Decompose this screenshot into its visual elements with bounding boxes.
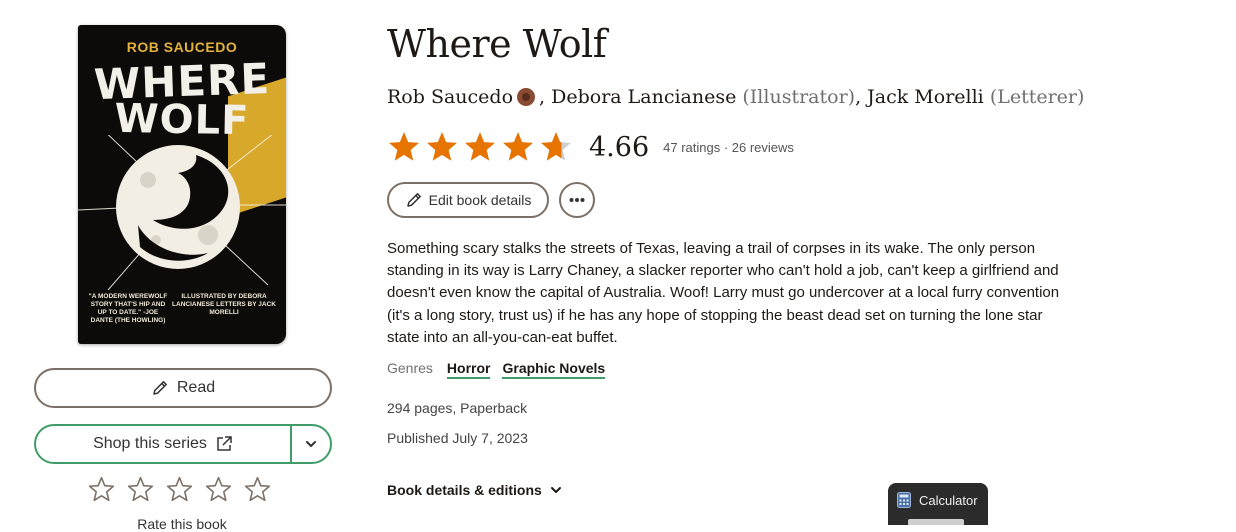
cover-credit: ILLUSTRATED BY DEBORA LANCIANESE LETTERS…: [172, 293, 276, 316]
contributor-role: (Illustrator): [742, 86, 856, 108]
ratings-reviews-count[interactable]: 47 ratings · 26 reviews: [663, 140, 794, 155]
rating-star-icon: [465, 132, 495, 161]
average-rating-stars: [387, 130, 573, 164]
shop-series-label: Shop this series: [93, 435, 207, 452]
left-column: ROB SAUCEDO WHERE WOLF "A MODERN WEREWOL…: [0, 0, 370, 532]
rate-stars: [88, 476, 271, 503]
contributor-role: (Letterer): [989, 86, 1085, 108]
calculator-window-thumbnail: [908, 519, 964, 525]
publication-date: Published July 7, 2023: [387, 430, 528, 446]
pencil-icon: [406, 193, 421, 207]
calculator-icon: [897, 492, 911, 508]
rate-star-icon[interactable]: [166, 476, 193, 503]
contrib-separator: ,: [855, 86, 868, 108]
chevron-down-icon: [306, 441, 316, 447]
book-cover[interactable]: ROB SAUCEDO WHERE WOLF "A MODERN WEREWOL…: [78, 25, 286, 344]
rating-star-icon: [541, 132, 571, 161]
book-description: Something scary stalks the streets of Te…: [387, 240, 1060, 346]
rating-star-icon: [427, 132, 457, 161]
goodreads-author-badge-icon: [517, 88, 536, 106]
edit-book-details-label: Edit book details: [428, 192, 532, 208]
book-details-label: Book details & editions: [387, 482, 542, 498]
pencil-icon: [153, 381, 167, 395]
shop-series-control: Shop this series: [34, 424, 332, 464]
contributors: Rob Saucedo , Debora Lancianese (Illustr…: [387, 86, 1084, 108]
contributor-link[interactable]: Debora Lancianese: [551, 86, 736, 108]
book-details-toggle[interactable]: Book details & editions: [387, 482, 562, 498]
more-options-button[interactable]: [559, 182, 595, 218]
average-rating: 4.66: [589, 131, 650, 163]
cover-moon-illustration: [78, 135, 286, 291]
rate-star-icon[interactable]: [244, 476, 271, 503]
genre-link[interactable]: Graphic Novels: [502, 360, 606, 379]
edit-book-details-button[interactable]: Edit book details: [387, 182, 549, 218]
calculator-label: Calculator: [919, 492, 978, 508]
rate-star-icon[interactable]: [205, 476, 232, 503]
cover-quote: "A MODERN WEREWOLF STORY THAT'S HIP AND …: [88, 293, 168, 324]
contributor-link[interactable]: Jack Morelli: [867, 86, 984, 108]
rating-star-icon: [389, 132, 419, 161]
genres-label: Genres: [387, 360, 433, 376]
read-button[interactable]: Read: [34, 368, 332, 408]
rating-star-icon: [503, 132, 533, 161]
genre-link[interactable]: Horror: [446, 360, 491, 379]
author-link[interactable]: Rob Saucedo: [387, 86, 513, 108]
cover-author: ROB SAUCEDO: [126, 39, 238, 55]
more-dots-icon: [569, 198, 585, 202]
read-button-label: Read: [176, 379, 216, 396]
rate-star-icon[interactable]: [127, 476, 154, 503]
rating-row: 4.66 47 ratings · 26 reviews: [387, 130, 794, 164]
shop-series-button[interactable]: Shop this series: [36, 426, 292, 462]
calculator-taskbar-preview[interactable]: Calculator: [888, 483, 988, 525]
chevron-down-icon: [550, 487, 561, 493]
rate-this-book-label: Rate this book: [137, 516, 227, 532]
book-title: Where Wolf: [387, 22, 607, 66]
contrib-separator: ,: [539, 86, 552, 108]
shop-dropdown-button[interactable]: [292, 426, 330, 462]
page-count-format: 294 pages, Paperback: [387, 400, 528, 416]
rate-star-icon[interactable]: [88, 476, 115, 503]
genres-list: Genres Horror Graphic Novels: [387, 360, 606, 379]
external-link-icon: [217, 436, 232, 451]
